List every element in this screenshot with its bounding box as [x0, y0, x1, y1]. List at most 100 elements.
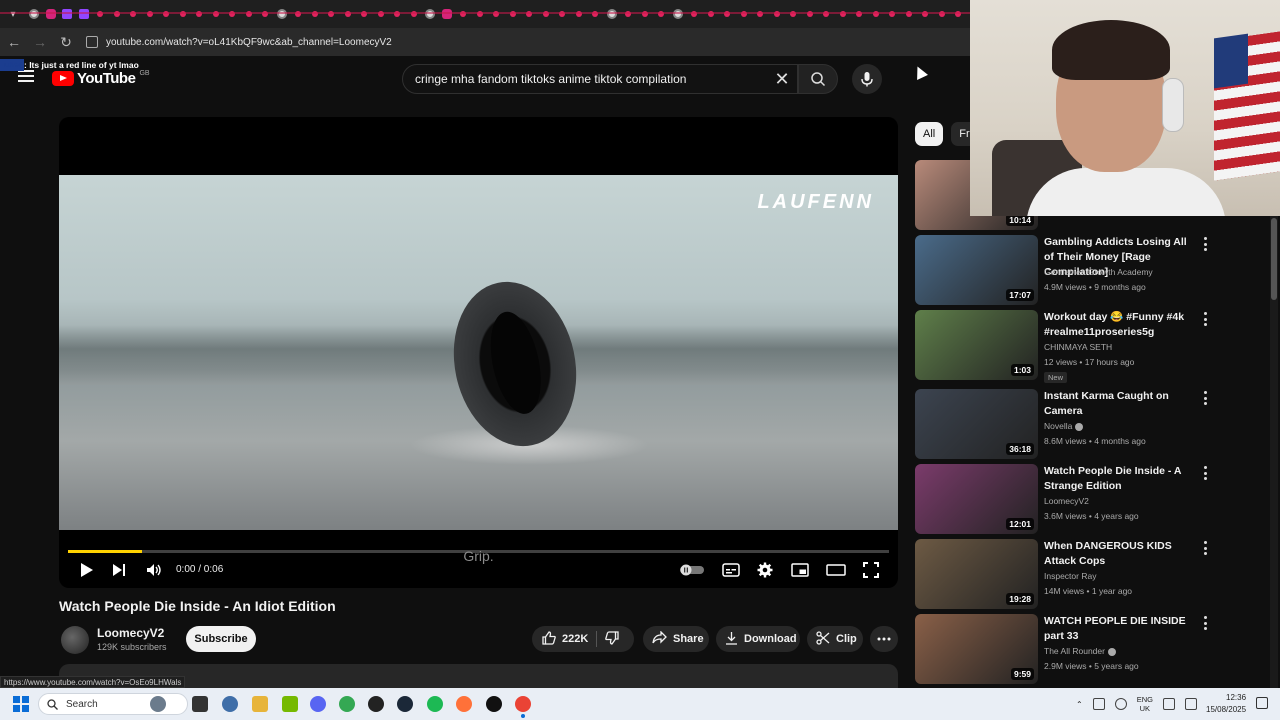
browser-tab[interactable] — [620, 7, 637, 21]
recommendation-title[interactable]: Workout day 😂 #Funny #4k #realme11proser… — [1044, 310, 1196, 340]
browser-tab[interactable] — [901, 7, 918, 21]
browser-tab[interactable] — [43, 7, 60, 21]
browser-tab[interactable] — [934, 7, 951, 21]
browser-tab[interactable] — [917, 7, 934, 21]
recommendation-thumbnail[interactable]: 36:18 — [915, 389, 1038, 459]
settings-app-icon[interactable] — [222, 696, 238, 712]
tray-app-icon[interactable] — [1092, 698, 1105, 710]
browser-tab[interactable] — [175, 7, 192, 21]
recommendation-channel[interactable]: Inspector Ray — [1044, 571, 1096, 581]
browser-tab[interactable] — [76, 7, 93, 21]
fullscreen-icon[interactable] — [861, 560, 881, 580]
browser-tab[interactable] — [224, 7, 241, 21]
browser-tab[interactable] — [604, 7, 621, 21]
play-icon[interactable] — [77, 560, 97, 580]
browser-tab[interactable] — [439, 7, 456, 21]
browser-tab[interactable] — [571, 7, 588, 21]
more-vert-icon[interactable] — [1200, 312, 1210, 326]
scrollbar[interactable] — [1270, 216, 1278, 688]
browser-tab[interactable] — [241, 7, 258, 21]
search-button[interactable] — [798, 64, 838, 94]
browser-tab[interactable] — [257, 7, 274, 21]
browser-tab[interactable] — [422, 7, 439, 21]
more-vert-icon[interactable] — [1200, 466, 1210, 480]
browser-tab[interactable] — [59, 7, 76, 21]
browser-tab[interactable] — [191, 7, 208, 21]
browser-tab[interactable] — [719, 7, 736, 21]
volume-icon[interactable] — [144, 560, 164, 580]
recommendation-channel[interactable]: CHINMAYA SETH — [1044, 342, 1112, 352]
recommendation-channel[interactable]: Gentlemen Growth Academy — [1044, 267, 1153, 277]
browser-tab[interactable] — [521, 7, 538, 21]
chrome-active-icon[interactable] — [515, 696, 531, 712]
browser-tab[interactable] — [340, 7, 357, 21]
recommendation-item[interactable]: 17:07 Gambling Addicts Losing All of Thei… — [915, 235, 1265, 305]
taskbar-clock[interactable]: 12:36 15/08/2025 — [1206, 692, 1246, 716]
recommendation-title[interactable]: Watch People Die Inside - A Strange Edit… — [1044, 464, 1196, 494]
recommendation-thumbnail[interactable]: 1:03 — [915, 310, 1038, 380]
download-button[interactable]: Download — [716, 626, 800, 652]
site-info-icon[interactable] — [86, 36, 98, 48]
browser-tab[interactable] — [703, 7, 720, 21]
browser-tab[interactable] — [884, 7, 901, 21]
browser-tab[interactable] — [406, 7, 423, 21]
widgets-icon[interactable] — [150, 696, 166, 712]
settings-icon[interactable] — [755, 560, 775, 580]
recommendation-item[interactable]: 9:59 WATCH PEOPLE DIE INSIDE part 33 The A… — [915, 614, 1265, 684]
recommendation-channel[interactable]: The All Rounder — [1044, 646, 1116, 656]
firefox-icon[interactable] — [456, 696, 472, 712]
more-vert-icon[interactable] — [1200, 391, 1210, 405]
recommendation-channel[interactable]: Novella — [1044, 421, 1084, 431]
youtube-logo[interactable]: YouTube GB — [52, 70, 150, 87]
browser-tab[interactable] — [26, 7, 43, 21]
recommendation-title[interactable]: Instant Karma Caught on Camera — [1044, 389, 1196, 419]
more-vert-icon[interactable] — [1200, 541, 1210, 555]
browser-tab[interactable] — [274, 7, 291, 21]
tray-chevron-icon[interactable]: ⌃ — [1076, 700, 1083, 709]
browser-tab[interactable] — [109, 7, 126, 21]
recommendation-item[interactable]: 19:28 When DANGEROUS KIDS Attack Cops Insp… — [915, 539, 1265, 609]
recommendation-item[interactable]: 36:18 Instant Karma Caught on Camera Novel… — [915, 389, 1265, 459]
browser-tab[interactable] — [208, 7, 225, 21]
browser-tab[interactable] — [950, 7, 967, 21]
back-icon[interactable]: ← — [2, 30, 26, 54]
close-icon[interactable]: ✕ — [767, 64, 797, 94]
share-button[interactable]: Share — [643, 626, 709, 652]
browser-tab[interactable] — [802, 7, 819, 21]
browser-tab[interactable] — [538, 7, 555, 21]
miniplayer-icon[interactable] — [790, 560, 810, 580]
browser-tab[interactable] — [356, 7, 373, 21]
spotify-icon[interactable] — [427, 696, 443, 712]
browser-tab[interactable] — [92, 7, 109, 21]
captions-icon[interactable] — [721, 560, 741, 580]
like-count[interactable]: 222K — [562, 633, 588, 645]
video-player[interactable]: LAUFENN Grip. 0:00 / 0:06 — [59, 117, 898, 588]
browser-tab[interactable] — [488, 7, 505, 21]
browser-tab[interactable] — [835, 7, 852, 21]
dislike-icon[interactable] — [605, 630, 619, 648]
file-explorer-icon[interactable] — [252, 696, 268, 712]
obs-icon[interactable] — [368, 696, 384, 712]
chrome-icon[interactable] — [339, 696, 355, 712]
browser-tab[interactable] — [505, 7, 522, 21]
windows-start-icon[interactable] — [13, 696, 29, 712]
browser-tab[interactable] — [769, 7, 786, 21]
autoplay-toggle-icon[interactable] — [679, 560, 705, 580]
task-view-icon[interactable] — [192, 696, 208, 712]
browser-tab[interactable] — [670, 7, 687, 21]
browser-tab[interactable] — [851, 7, 868, 21]
recommendation-thumbnail[interactable]: 17:07 — [915, 235, 1038, 305]
url-text[interactable]: youtube.com/watch?v=oL41KbQF9wc&ab_chann… — [106, 37, 392, 48]
recommendation-title[interactable]: WATCH PEOPLE DIE INSIDE part 33 — [1044, 614, 1196, 644]
mic-button[interactable] — [852, 64, 882, 94]
speaker-icon[interactable] — [1184, 698, 1197, 710]
steam-icon[interactable] — [397, 696, 413, 712]
next-icon[interactable] — [109, 560, 129, 580]
chip-all[interactable]: All — [915, 122, 944, 146]
browser-tab[interactable] — [455, 7, 472, 21]
browser-tab[interactable] — [785, 7, 802, 21]
recommendation-channel[interactable]: LoomecyV2 — [1044, 496, 1089, 506]
nvidia-icon[interactable] — [282, 696, 298, 712]
tab-list-chevron-icon[interactable]: ▾ — [6, 7, 20, 21]
browser-tab[interactable] — [290, 7, 307, 21]
